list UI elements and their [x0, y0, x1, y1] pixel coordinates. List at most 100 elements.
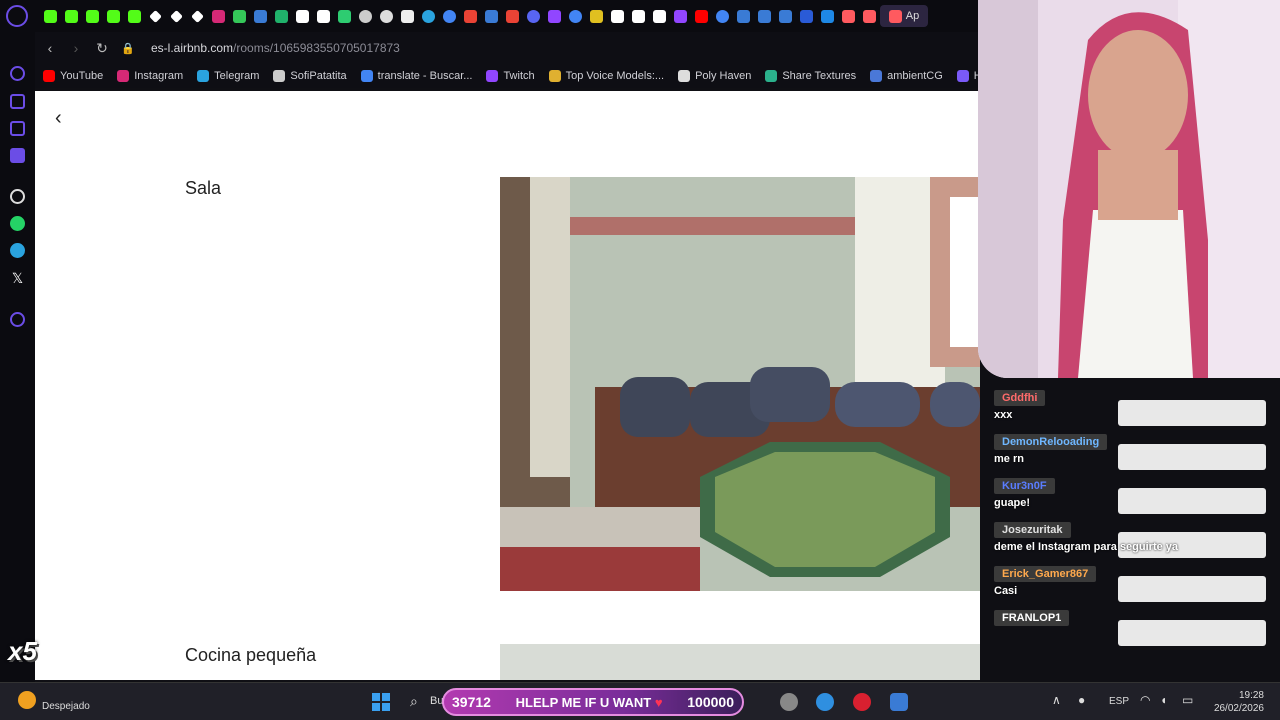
bookmark-item[interactable]: Twitch	[486, 70, 535, 82]
app-icon[interactable]	[816, 693, 834, 711]
bookmark-item[interactable]: Instagram	[117, 70, 183, 82]
tab-twitch-icon[interactable]	[670, 5, 691, 27]
clock-date: 26/02/2026	[1213, 703, 1264, 714]
tab-amazon-icon[interactable]	[649, 5, 670, 27]
url-field[interactable]: es-l.airbnb.com/rooms/106598355070501787…	[151, 41, 400, 55]
x-icon[interactable]: 𝕏	[10, 271, 25, 286]
microphone-icon[interactable]: ●	[1078, 693, 1096, 711]
tab-airbnb-icon[interactable]	[859, 5, 880, 27]
tab-gem-icon[interactable]	[334, 5, 355, 27]
tab-doc-icon[interactable]	[313, 5, 334, 27]
telegram-icon[interactable]	[10, 243, 25, 258]
bookmark-item[interactable]: YouTube	[43, 70, 103, 82]
tab-app-icon[interactable]	[481, 5, 502, 27]
tab-kick-icon[interactable]	[61, 5, 82, 27]
opera-logo-icon[interactable]	[6, 5, 28, 27]
chat-username[interactable]: Josezuritak	[994, 522, 1071, 538]
tab-diamond-icon[interactable]	[166, 5, 187, 27]
bookmark-item[interactable]: SofiPatatita	[273, 70, 347, 82]
bookmark-icon	[765, 70, 778, 82]
tab-app-icon[interactable]	[838, 5, 859, 27]
tab-app-icon[interactable]	[754, 5, 775, 27]
tab-app-icon[interactable]	[418, 5, 439, 27]
wifi-icon[interactable]: ◠	[1140, 693, 1158, 711]
tab-diamond-icon[interactable]	[145, 5, 166, 27]
tab-google-icon[interactable]	[439, 5, 460, 27]
pinboard-icon[interactable]	[10, 121, 25, 136]
tab-app-icon[interactable]	[586, 5, 607, 27]
start-button[interactable]	[372, 693, 390, 711]
calculator-icon[interactable]	[890, 693, 908, 711]
bookmark-item[interactable]: translate - Buscar...	[360, 70, 472, 82]
app-icon[interactable]	[780, 693, 798, 711]
tab-youtube-icon[interactable]	[691, 5, 712, 27]
volume-icon[interactable]: ◖	[1160, 693, 1178, 711]
stream-chat-overlay: Gddfhi xxx DemonRelooading me rn Kur3n0F guap…	[994, 380, 1266, 650]
tab-diamond-icon[interactable]	[187, 5, 208, 27]
tab-airbnb-active[interactable]: Ap	[880, 5, 928, 27]
chat-username[interactable]: Kur3n0F	[994, 478, 1055, 494]
tab-app-icon[interactable]	[376, 5, 397, 27]
tab-kick-icon[interactable]	[103, 5, 124, 27]
tab-google-icon[interactable]	[565, 5, 586, 27]
bookmark-item[interactable]: Poly Haven	[678, 70, 751, 82]
lock-icon: 🔒	[121, 42, 135, 55]
tab-app-icon[interactable]	[775, 5, 796, 27]
chevron-up-icon[interactable]: ∧	[1052, 693, 1070, 711]
workspace-icon[interactable]	[10, 94, 25, 109]
whatsapp-icon[interactable]	[10, 216, 25, 231]
tab-discord-icon[interactable]	[523, 5, 544, 27]
goal-target: 100000	[687, 694, 734, 710]
history-icon[interactable]	[10, 312, 25, 327]
chat-text: xxx	[994, 409, 1013, 421]
tab-overwatch-icon[interactable]	[355, 5, 376, 27]
tab-instagram-icon[interactable]	[208, 5, 229, 27]
tab-kick-icon[interactable]	[40, 5, 61, 27]
chat-row-background	[1118, 444, 1266, 470]
living-room-photo[interactable]	[500, 177, 980, 591]
opera-icon[interactable]	[853, 693, 871, 711]
bookmark-item[interactable]: Top Voice Models:...	[548, 70, 665, 82]
tab-amazon-icon[interactable]	[607, 5, 628, 27]
url-path: /rooms/1065983550705017873	[233, 41, 400, 55]
clock[interactable]: 19:28 26/02/2026	[1214, 689, 1264, 715]
reload-button[interactable]: ↻	[91, 37, 113, 59]
tab-twitch-icon[interactable]	[544, 5, 565, 27]
back-arrow-icon[interactable]: ‹	[55, 107, 62, 130]
tab-gmail-icon[interactable]	[460, 5, 481, 27]
chatgpt-icon[interactable]	[10, 189, 25, 204]
chat-username[interactable]: FRANLOP1	[994, 610, 1070, 626]
chat-row-background	[1118, 620, 1266, 646]
language-indicator[interactable]: ESP	[1109, 696, 1129, 707]
tab-amazon-icon[interactable]	[628, 5, 649, 27]
tab-doc-icon[interactable]	[292, 5, 313, 27]
kitchen-photo[interactable]	[500, 644, 980, 680]
messenger-icon[interactable]	[10, 148, 25, 163]
clock-time: 19:28	[1238, 690, 1264, 701]
chat-username[interactable]: Gddfhi	[994, 390, 1046, 406]
tab-app-icon[interactable]	[817, 5, 838, 27]
weather-icon[interactable]	[18, 691, 36, 709]
back-button[interactable]: ‹	[39, 37, 61, 59]
bookmark-item[interactable]: Share Textures	[765, 70, 856, 82]
tab-kick-icon[interactable]	[124, 5, 145, 27]
tab-google-icon[interactable]	[712, 5, 733, 27]
tab-app-icon[interactable]	[796, 5, 817, 27]
chat-username[interactable]: Erick_Gamer867	[994, 566, 1097, 582]
bookmark-label: Top Voice Models:...	[565, 70, 665, 82]
bookmark-label: Poly Haven	[695, 70, 752, 82]
bookmark-item[interactable]: Telegram	[197, 70, 259, 82]
bookmark-item[interactable]: ambientCG	[870, 70, 943, 82]
tab-app-icon[interactable]	[250, 5, 271, 27]
tab-kick-icon[interactable]	[82, 5, 103, 27]
forward-button[interactable]: ›	[65, 37, 87, 59]
tab-app-icon[interactable]	[271, 5, 292, 27]
chat-username[interactable]: DemonRelooading	[994, 434, 1108, 450]
tab-gmail-icon[interactable]	[502, 5, 523, 27]
tab-app-icon[interactable]	[733, 5, 754, 27]
aria-icon[interactable]	[10, 66, 25, 81]
battery-icon[interactable]: ▭	[1182, 693, 1200, 711]
tab-app-icon[interactable]	[229, 5, 250, 27]
tab-app-icon[interactable]	[397, 5, 418, 27]
search-icon[interactable]: ⌕	[410, 693, 428, 711]
